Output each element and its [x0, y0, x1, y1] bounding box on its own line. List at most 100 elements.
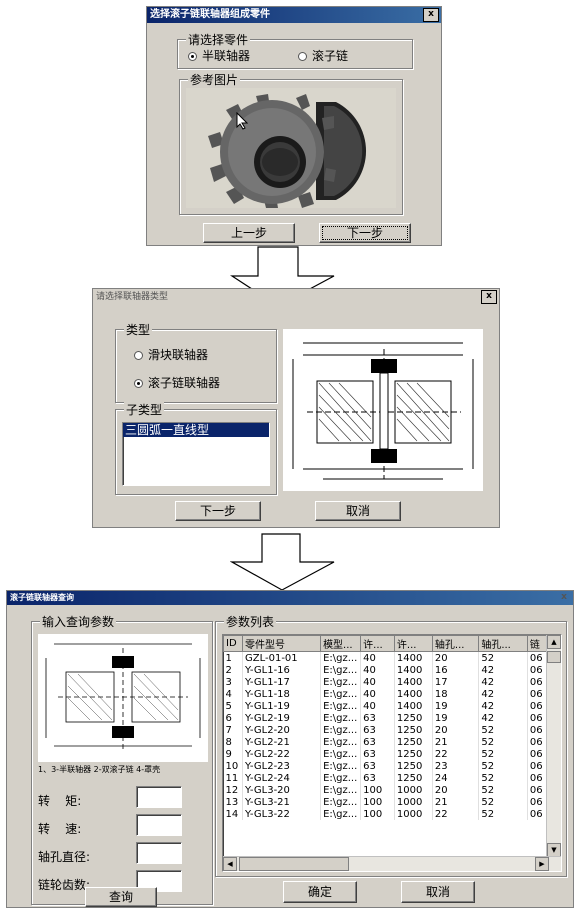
- table-row[interactable]: 12 Y-GL3-20 E:\gz... 100 1000 20 52 06: [223, 784, 550, 796]
- dialog-roller-chain-query: 滚子链联轴器查询 x 输入查询参数 1、3-半联轴器 2-双滚子链 4-罩壳 转…: [6, 590, 574, 908]
- table-cell: 21: [432, 796, 480, 808]
- close-icon[interactable]: x: [423, 8, 439, 22]
- vertical-scrollbar[interactable]: ▲ ▼: [546, 635, 561, 857]
- scroll-right-icon[interactable]: ▶: [535, 857, 549, 871]
- table-row[interactable]: 8 Y-GL2-21 E:\gz... 63 1250 21 52 06: [223, 736, 550, 748]
- table-cell: E:\gz...: [320, 651, 362, 664]
- table-cell: Y-GL1-17: [242, 676, 322, 688]
- shaft-diameter-input[interactable]: [136, 842, 182, 864]
- table-cell: 18: [432, 688, 480, 700]
- column-header[interactable]: 轴孔...: [431, 635, 480, 652]
- table-cell: 42: [478, 664, 528, 676]
- table-cell: 52: [478, 808, 528, 820]
- table-cell: 52: [478, 772, 528, 784]
- table-cell: E:\gz...: [320, 748, 362, 760]
- scroll-up-icon[interactable]: ▲: [547, 635, 561, 649]
- prev-step-button[interactable]: 上一步: [203, 223, 295, 243]
- label-torque: 转 矩:: [38, 794, 82, 808]
- close-icon[interactable]: x: [481, 290, 497, 304]
- next-step-button[interactable]: 下一步: [175, 501, 261, 521]
- table-cell: Y-GL2-22: [242, 748, 322, 760]
- table-cell: 40: [360, 676, 395, 688]
- column-header[interactable]: 零件型号: [241, 635, 322, 652]
- scroll-left-icon[interactable]: ◀: [223, 857, 237, 871]
- column-header[interactable]: ID: [223, 635, 243, 652]
- table-cell: GZL-01-01: [242, 651, 322, 664]
- table-cell: 23: [432, 760, 480, 772]
- subtype-listbox[interactable]: 三圆弧一直线型: [122, 422, 270, 486]
- table-row[interactable]: 13 Y-GL3-21 E:\gz... 100 1000 21 52 06: [223, 796, 550, 808]
- dialog3-title: 滚子链联轴器查询: [10, 593, 74, 602]
- table-cell: Y-GL3-22: [242, 808, 322, 820]
- dialog-coupling-type: 请选择联轴器类型 x 类型 滑块联轴器 滚子链联轴器 子类型 三圆弧一直线型 下…: [92, 288, 500, 528]
- table-cell: E:\gz...: [320, 724, 362, 736]
- table-cell: Y-GL3-20: [242, 784, 322, 796]
- table-row[interactable]: 10 Y-GL2-23 E:\gz... 63 1250 23 52 06: [223, 760, 550, 772]
- scroll-thumb[interactable]: [547, 651, 561, 663]
- table-row[interactable]: 2 Y-GL1-16 E:\gz... 40 1400 16 42 06: [223, 664, 550, 676]
- scroll-hthumb[interactable]: [239, 857, 349, 871]
- scroll-down-icon[interactable]: ▼: [547, 843, 561, 857]
- table-cell: 20: [432, 784, 480, 796]
- dialog1-titlebar[interactable]: 选择滚子链联轴器组成零件 x: [147, 7, 441, 23]
- column-header[interactable]: 许...: [360, 635, 395, 652]
- table-cell: Y-GL2-20: [242, 724, 322, 736]
- table-cell: E:\gz...: [320, 688, 362, 700]
- table-row[interactable]: 14 Y-GL3-22 E:\gz... 100 1000 22 52 06: [223, 808, 550, 820]
- table-cell: 1250: [394, 760, 433, 772]
- table-cell: Y-GL1-18: [242, 688, 322, 700]
- radio-roller-label: 滚子链联轴器: [148, 376, 221, 390]
- table-cell: 20: [432, 724, 480, 736]
- table-row[interactable]: 4 Y-GL1-18 E:\gz... 40 1400 18 42 06: [223, 688, 550, 700]
- column-header[interactable]: 轴孔...: [478, 635, 528, 652]
- group-select-part-label: 请选择零件: [186, 31, 251, 48]
- table-cell: 52: [478, 784, 528, 796]
- table-row[interactable]: 1 GZL-01-01 E:\gz... 40 1400 20 52 06: [223, 651, 550, 664]
- torque-input[interactable]: [136, 786, 182, 808]
- table-cell: 22: [432, 748, 480, 760]
- table-cell: Y-GL2-23: [242, 760, 322, 772]
- horizontal-scrollbar[interactable]: ◀ ▶: [223, 856, 561, 871]
- table-row[interactable]: 9 Y-GL2-22 E:\gz... 63 1250 22 52 06: [223, 748, 550, 760]
- group-select-part: 请选择零件 半联轴器 滚子链: [177, 31, 413, 69]
- radio-roller-chain[interactable]: 滚子链: [298, 47, 348, 64]
- table-cell: 17: [432, 676, 480, 688]
- table-cell: Y-GL2-19: [242, 712, 322, 724]
- dialog2-titlebar[interactable]: 请选择联轴器类型 x: [93, 289, 499, 305]
- group-subtype: 子类型 三圆弧一直线型: [115, 401, 277, 495]
- radio-half-coupling[interactable]: 半联轴器: [188, 47, 250, 64]
- table-row[interactable]: 11 Y-GL2-24 E:\gz... 63 1250 24 52 06: [223, 772, 550, 784]
- table-row[interactable]: 5 Y-GL1-19 E:\gz... 40 1400 19 42 06: [223, 700, 550, 712]
- dialog2-title: 请选择联轴器类型: [96, 292, 169, 302]
- arrow-down-icon: [230, 533, 335, 591]
- column-header[interactable]: 模型...: [320, 635, 362, 652]
- speed-input[interactable]: [136, 814, 182, 836]
- radio-slider-label: 滑块联轴器: [148, 348, 209, 362]
- dialog3-titlebar[interactable]: 滚子链联轴器查询: [7, 591, 573, 605]
- param-table[interactable]: ID 零件型号 模型... 许... 许... 轴孔... 轴孔... 链 1 GZL-01-0…: [223, 635, 550, 820]
- query-button[interactable]: 查询: [85, 887, 157, 907]
- coupling-thumbnail: [38, 634, 208, 762]
- next-step-button[interactable]: 下一步: [319, 223, 411, 243]
- table-body: 1 GZL-01-01 E:\gz... 40 1400 20 52 06 2 Y-GL1-16 E…: [223, 651, 550, 820]
- group-type-label: 类型: [124, 321, 153, 338]
- ok-button[interactable]: 确定: [283, 881, 357, 903]
- radio-slider-coupling[interactable]: 滑块联轴器: [134, 346, 208, 363]
- cancel-button[interactable]: 取消: [315, 501, 401, 521]
- table-cell: 22: [432, 808, 480, 820]
- subtype-item-selected[interactable]: 三圆弧一直线型: [123, 423, 269, 437]
- table-row[interactable]: 7 Y-GL2-20 E:\gz... 63 1250 20 52 06: [223, 724, 550, 736]
- table-row[interactable]: 3 Y-GL1-17 E:\gz... 40 1400 17 42 06: [223, 676, 550, 688]
- table-cell: 19: [432, 712, 480, 724]
- table-cell: E:\gz...: [320, 772, 362, 784]
- table-cell: 1400: [394, 651, 433, 664]
- table-row[interactable]: 6 Y-GL2-19 E:\gz... 63 1250 19 42 06: [223, 712, 550, 724]
- column-header[interactable]: 许...: [393, 635, 433, 652]
- close-icon[interactable]: x: [557, 592, 571, 604]
- table-cell: Y-GL2-24: [242, 772, 322, 784]
- table-cell: 1250: [394, 724, 433, 736]
- table-cell: 52: [478, 736, 528, 748]
- cancel-button[interactable]: 取消: [401, 881, 475, 903]
- radio-roller-chain-coupling[interactable]: 滚子链联轴器: [134, 374, 220, 391]
- table-cell: 40: [360, 664, 395, 676]
